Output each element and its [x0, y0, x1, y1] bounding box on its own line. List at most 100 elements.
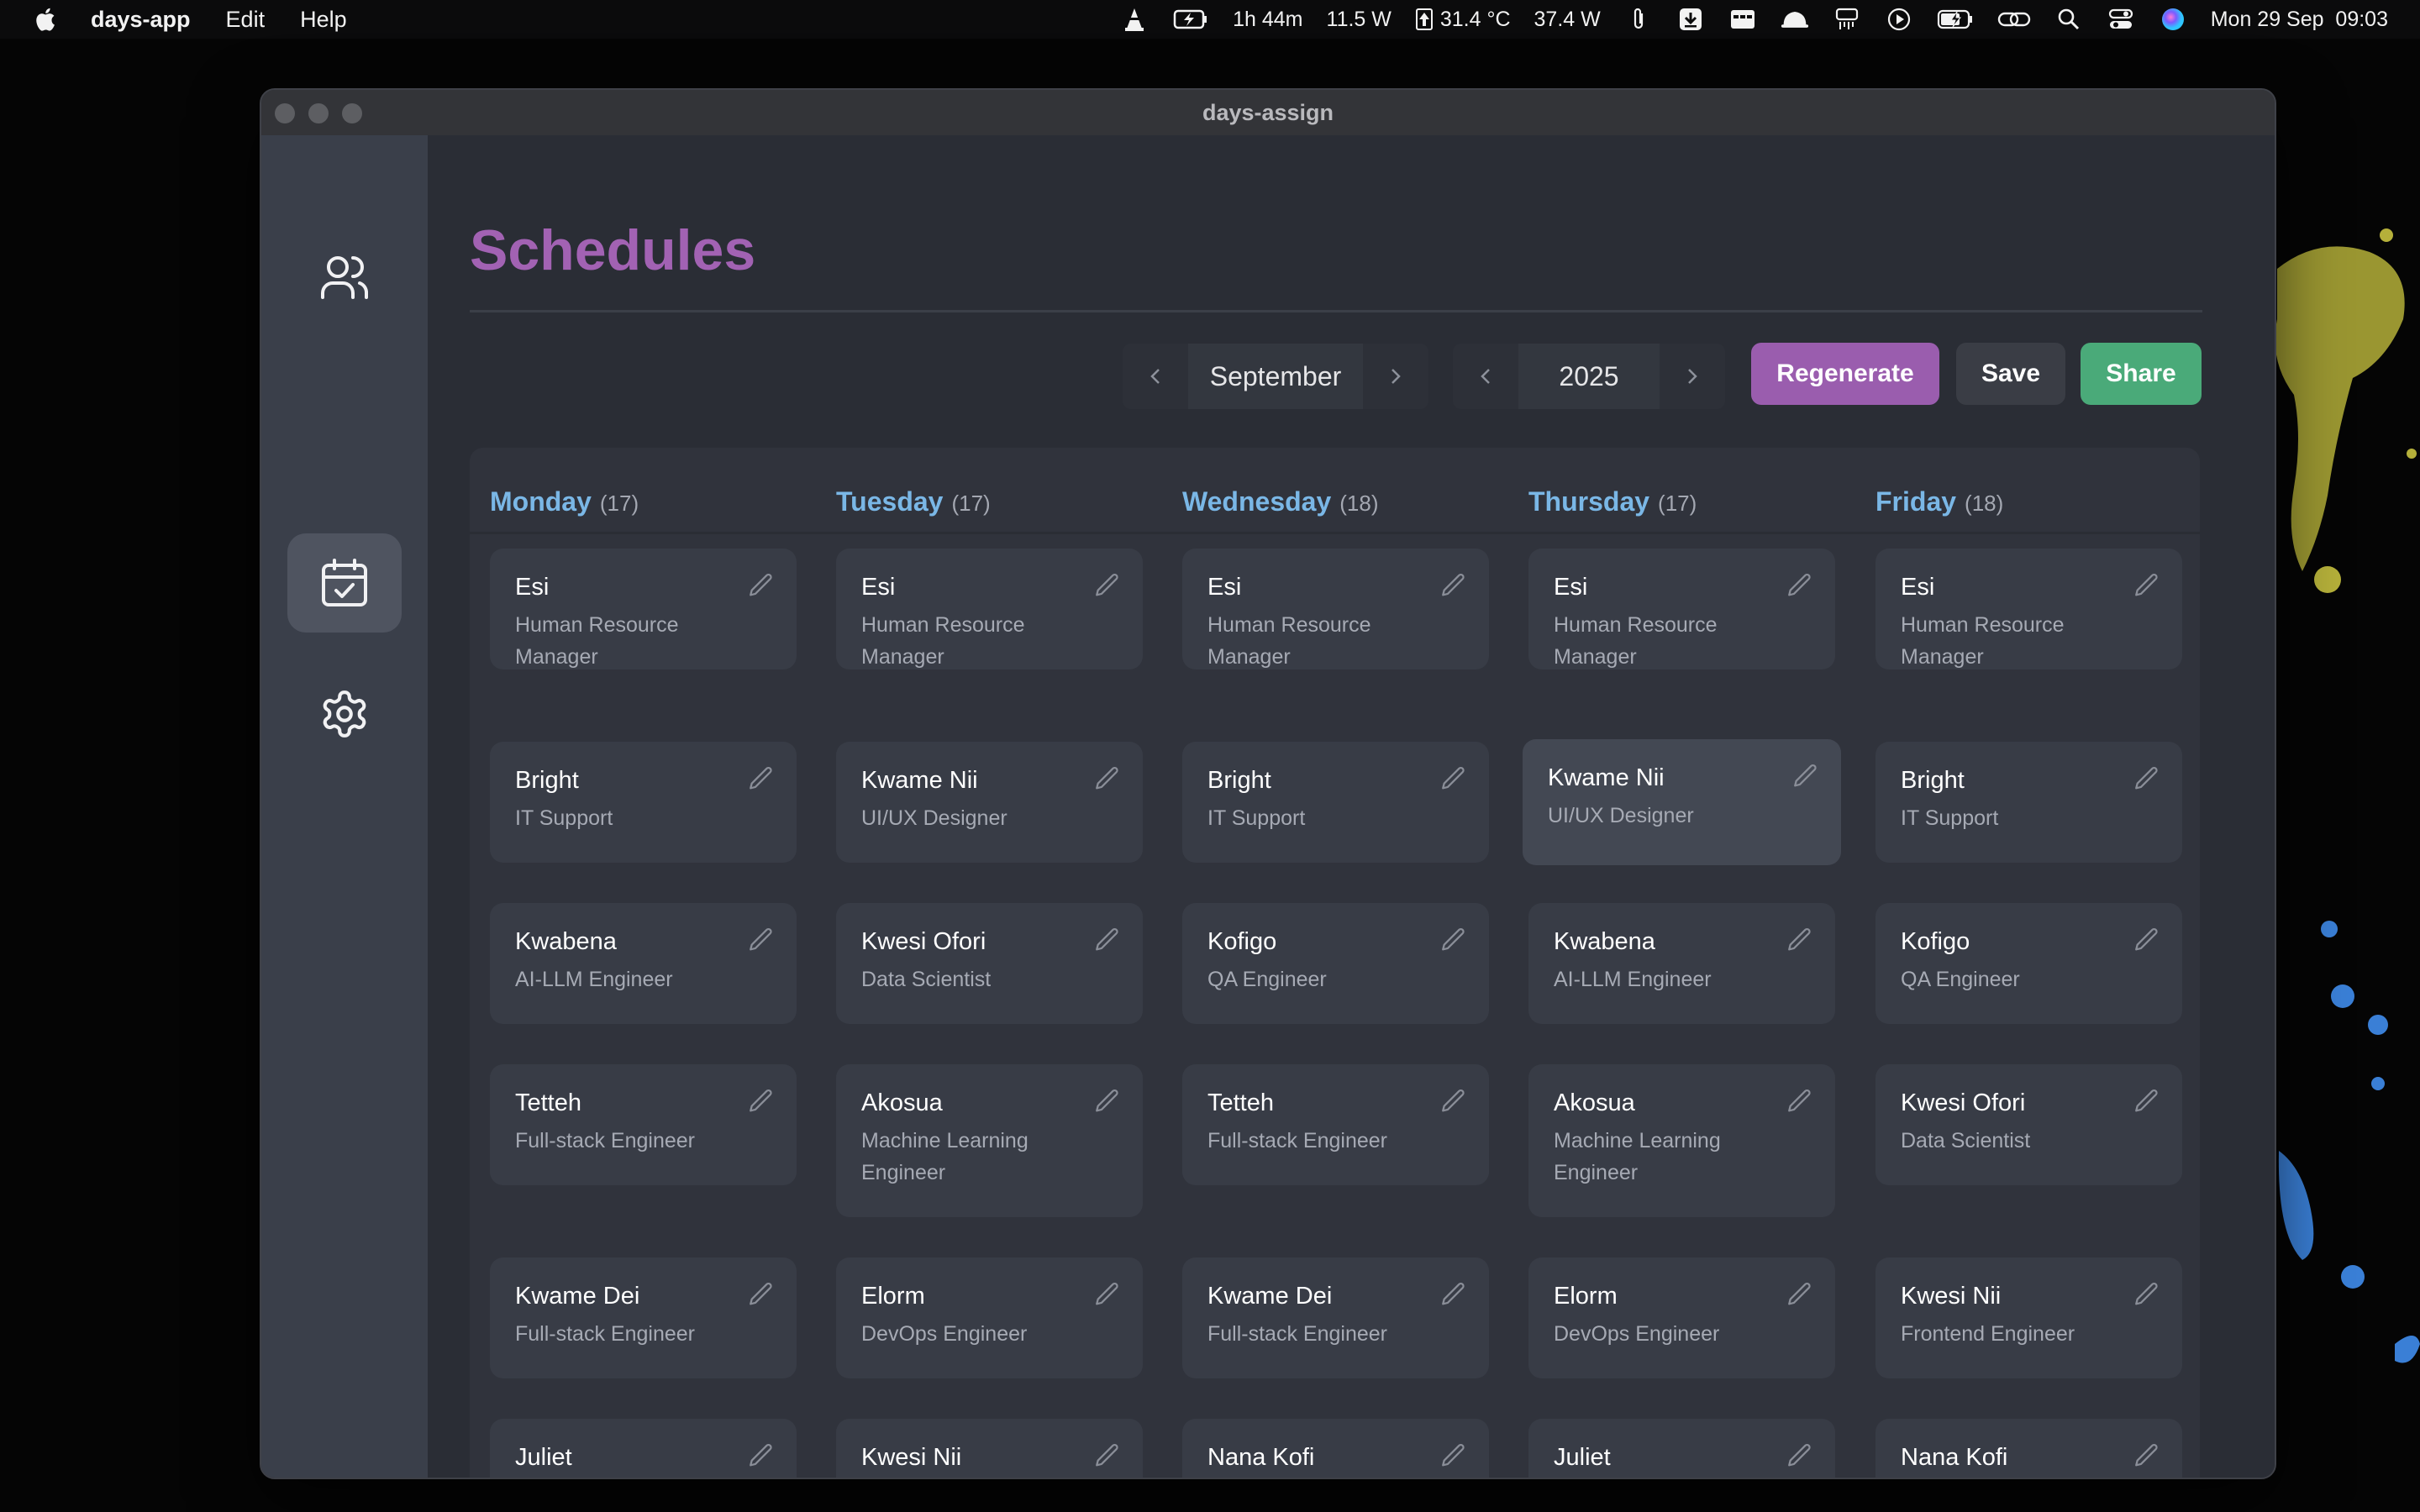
edit-pencil-icon[interactable] — [1439, 1086, 1469, 1116]
edit-pencil-icon[interactable] — [1785, 1279, 1815, 1310]
schedule-card[interactable]: Tetteh Full-stack Engineer — [1182, 1064, 1489, 1185]
schedule-card[interactable]: Juliet — [490, 1419, 797, 1478]
schedule-card[interactable]: Kwabena AI-LLM Engineer — [490, 903, 797, 1024]
schedule-card[interactable]: Tetteh Full-stack Engineer — [490, 1064, 797, 1185]
employee-name: Esi — [1554, 574, 1588, 601]
cloud-hat-icon[interactable] — [1781, 7, 1809, 32]
schedule-card[interactable]: Kofigo QA Engineer — [1182, 903, 1489, 1024]
schedule-card[interactable]: Esi Human Resource Manager — [836, 549, 1143, 669]
apple-logo-icon[interactable] — [34, 6, 57, 33]
edit-pencil-icon[interactable] — [1092, 1279, 1123, 1310]
schedule-board: Monday (17) Tuesday (17) Wednesday (18) Thursd… — [470, 448, 2200, 1478]
edit-pencil-icon[interactable] — [1092, 1086, 1123, 1116]
schedule-card[interactable]: Kwesi Nii — [836, 1419, 1143, 1478]
users-icon — [321, 256, 368, 299]
edit-pencil-icon[interactable] — [2132, 570, 2162, 601]
employee-role: QA Engineer — [1901, 968, 2020, 991]
edit-pencil-icon[interactable] — [746, 570, 776, 601]
day-count: (18) — [1339, 491, 1379, 516]
play-circle-icon[interactable] — [1885, 7, 1913, 32]
schedule-card[interactable]: Kwame Nii UI/UX Designer — [836, 742, 1143, 863]
link-chain-icon[interactable] — [1997, 7, 2031, 32]
schedule-card[interactable]: Esi Human Resource Manager — [1528, 549, 1835, 669]
edit-pencil-icon[interactable] — [1791, 761, 1821, 791]
schedule-card[interactable]: Bright IT Support — [1182, 742, 1489, 863]
edit-pencil-icon[interactable] — [2132, 1086, 2162, 1116]
spotlight-search-icon[interactable] — [2054, 7, 2083, 32]
schedule-card[interactable]: Kwame Nii UI/UX Designer — [1523, 739, 1841, 865]
edit-pencil-icon[interactable] — [1092, 570, 1123, 601]
edit-pencil-icon[interactable] — [746, 1441, 776, 1471]
month-value[interactable]: September — [1188, 344, 1363, 409]
month-next-button[interactable] — [1363, 344, 1428, 409]
schedule-card[interactable]: Elorm DevOps Engineer — [1528, 1257, 1835, 1378]
window-grid-icon[interactable] — [1728, 7, 1757, 32]
schedule-card[interactable]: Esi Human Resource Manager — [1876, 549, 2182, 669]
edit-pencil-icon[interactable] — [1785, 570, 1815, 601]
edit-pencil-icon[interactable] — [1785, 925, 1815, 955]
edit-pencil-icon[interactable] — [2132, 1279, 2162, 1310]
share-button[interactable]: Share — [2081, 343, 2202, 405]
battery-charging-icon[interactable] — [1172, 7, 1209, 32]
siri-icon[interactable] — [2159, 7, 2187, 32]
save-button[interactable]: Save — [1956, 343, 2065, 405]
vlc-cone-icon[interactable] — [1120, 7, 1149, 32]
schedule-card[interactable]: Kwesi Ofori Data Scientist — [836, 903, 1143, 1024]
edit-pencil-icon[interactable] — [746, 1279, 776, 1310]
sidebar-item-schedules[interactable] — [287, 533, 402, 633]
edit-pencil-icon[interactable] — [2132, 764, 2162, 794]
power-out-reading: 37.4 W — [1534, 7, 1601, 31]
edit-pencil-icon[interactable] — [1439, 1441, 1469, 1471]
schedule-card[interactable]: Bright IT Support — [490, 742, 797, 863]
sidebar-item-users[interactable] — [287, 228, 402, 327]
window-titlebar[interactable]: days-assign — [261, 90, 2275, 136]
menu-help[interactable]: Help — [300, 7, 347, 33]
sidebar-item-settings[interactable] — [287, 664, 402, 764]
edit-pencil-icon[interactable] — [746, 1086, 776, 1116]
employee-role: Human Resource Manager — [1554, 613, 1718, 669]
employee-role: Human Resource Manager — [515, 613, 679, 669]
schedule-card[interactable]: Kwesi Ofori Data Scientist — [1876, 1064, 2182, 1185]
edit-pencil-icon[interactable] — [1439, 925, 1469, 955]
month-prev-button[interactable] — [1123, 344, 1188, 409]
schedule-card[interactable]: Elorm DevOps Engineer — [836, 1257, 1143, 1378]
paperclip-icon[interactable] — [1624, 7, 1653, 32]
app-menu-title[interactable]: days-app — [91, 7, 191, 33]
edit-pencil-icon[interactable] — [1785, 1441, 1815, 1471]
year-next-button[interactable] — [1660, 344, 1725, 409]
edit-pencil-icon[interactable] — [1439, 1279, 1469, 1310]
schedule-card[interactable]: Kwesi Nii Frontend Engineer — [1876, 1257, 2182, 1378]
schedule-card[interactable]: Nana Kofi — [1182, 1419, 1489, 1478]
schedule-card[interactable]: Kwabena AI-LLM Engineer — [1528, 903, 1835, 1024]
edit-pencil-icon[interactable] — [2132, 925, 2162, 955]
download-box-icon[interactable] — [1676, 7, 1705, 32]
schedule-card[interactable]: Akosua Machine Learning Engineer — [1528, 1064, 1835, 1217]
schedule-card[interactable]: Juliet — [1528, 1419, 1835, 1478]
schedule-card[interactable]: Nana Kofi — [1876, 1419, 2182, 1478]
battery-status-icon[interactable] — [1937, 7, 1974, 32]
edit-pencil-icon[interactable] — [1092, 764, 1123, 794]
year-prev-button[interactable] — [1453, 344, 1518, 409]
menu-edit[interactable]: Edit — [226, 7, 266, 33]
edit-pencil-icon[interactable] — [746, 925, 776, 955]
edit-pencil-icon[interactable] — [2132, 1441, 2162, 1471]
year-value[interactable]: 2025 — [1518, 344, 1660, 409]
edit-pencil-icon[interactable] — [1439, 570, 1469, 601]
keyboard-brush-icon[interactable] — [1833, 7, 1861, 32]
edit-pencil-icon[interactable] — [1439, 764, 1469, 794]
menubar-clock[interactable]: Mon 29 Sep 09:03 — [2211, 8, 2388, 32]
title-divider — [470, 310, 2202, 312]
schedule-card[interactable]: Bright IT Support — [1876, 742, 2182, 863]
edit-pencil-icon[interactable] — [746, 764, 776, 794]
schedule-card[interactable]: Kwame Dei Full-stack Engineer — [1182, 1257, 1489, 1378]
edit-pencil-icon[interactable] — [1092, 925, 1123, 955]
edit-pencil-icon[interactable] — [1092, 1441, 1123, 1471]
schedule-card[interactable]: Kwame Dei Full-stack Engineer — [490, 1257, 797, 1378]
schedule-card[interactable]: Akosua Machine Learning Engineer — [836, 1064, 1143, 1217]
edit-pencil-icon[interactable] — [1785, 1086, 1815, 1116]
schedule-card[interactable]: Esi Human Resource Manager — [490, 549, 797, 669]
control-center-icon[interactable] — [2107, 7, 2135, 32]
schedule-card[interactable]: Kofigo QA Engineer — [1876, 903, 2182, 1024]
regenerate-button[interactable]: Regenerate — [1751, 343, 1939, 405]
schedule-card[interactable]: Esi Human Resource Manager — [1182, 549, 1489, 669]
